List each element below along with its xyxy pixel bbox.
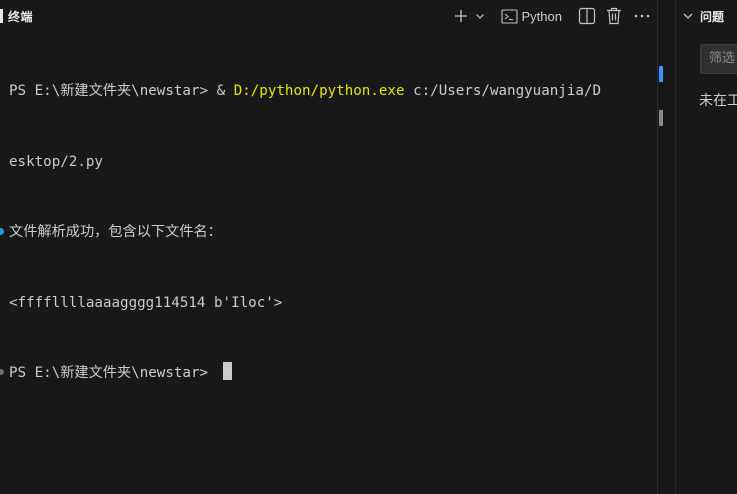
terminal-panel: 终端 Python PS E:\新建文件夹\newstar> & D:/pyth… bbox=[0, 0, 658, 494]
plus-icon[interactable] bbox=[449, 5, 473, 27]
split-icon[interactable] bbox=[574, 5, 600, 27]
scrollbar-marker bbox=[659, 66, 663, 82]
active-tab-indicator bbox=[0, 9, 3, 23]
prompt-text: PS E:\新建文件夹\newstar> bbox=[9, 365, 217, 381]
terminal-line: esktop/2.py bbox=[0, 151, 650, 175]
output-text: <ffffllllaaaagggg114514 b'Iloc'> bbox=[9, 294, 283, 311]
terminal-profile-button[interactable]: Python bbox=[497, 5, 566, 27]
command-text: D:/python/python.exe bbox=[233, 83, 405, 99]
command-args-wrapped: esktop/2.py bbox=[9, 153, 103, 170]
no-problems-message: 未在工 bbox=[699, 93, 737, 109]
command-decoration[interactable] bbox=[0, 369, 4, 375]
chevron-down-icon[interactable] bbox=[473, 5, 487, 27]
terminal-line: 文件解析成功，包含以下文件名： bbox=[0, 221, 650, 245]
chevron-down-icon[interactable] bbox=[676, 5, 694, 27]
terminal-line: PS E:\新建文件夹\newstar> bbox=[0, 362, 650, 386]
terminal-output[interactable]: PS E:\新建文件夹\newstar> & D:/python/python.… bbox=[0, 33, 650, 433]
command-success-decoration[interactable] bbox=[0, 228, 4, 235]
terminal-cursor bbox=[222, 362, 232, 380]
terminal-line: PS E:\新建文件夹\newstar> & D:/python/python.… bbox=[0, 80, 650, 104]
tab-terminal[interactable]: 终端 bbox=[8, 8, 33, 25]
terminal-header: 终端 Python bbox=[0, 0, 658, 32]
terminal-actions: Python bbox=[449, 0, 654, 32]
terminal-profile-label: Python bbox=[521, 8, 562, 24]
scrollbar-marker bbox=[659, 110, 663, 126]
problems-header: 问题 bbox=[676, 0, 737, 32]
terminal-line: <ffffllllaaaagggg114514 b'Iloc'> bbox=[0, 292, 650, 316]
output-text: 文件解析成功，包含以下文件名： bbox=[9, 224, 222, 240]
problems-panel: 问题 筛选 未在工 bbox=[675, 0, 737, 494]
ellipsis-icon[interactable] bbox=[630, 5, 654, 27]
problems-title[interactable]: 问题 bbox=[700, 8, 724, 25]
trash-icon[interactable] bbox=[602, 5, 626, 27]
command-args: c:/Users/wangyuanjia/D bbox=[404, 83, 601, 99]
prompt-text: PS E:\新建文件夹\newstar> & bbox=[9, 83, 234, 99]
terminal-scrollbar[interactable] bbox=[657, 0, 658, 494]
terminal-icon bbox=[500, 8, 518, 24]
problems-filter-input[interactable]: 筛选 bbox=[700, 44, 737, 74]
